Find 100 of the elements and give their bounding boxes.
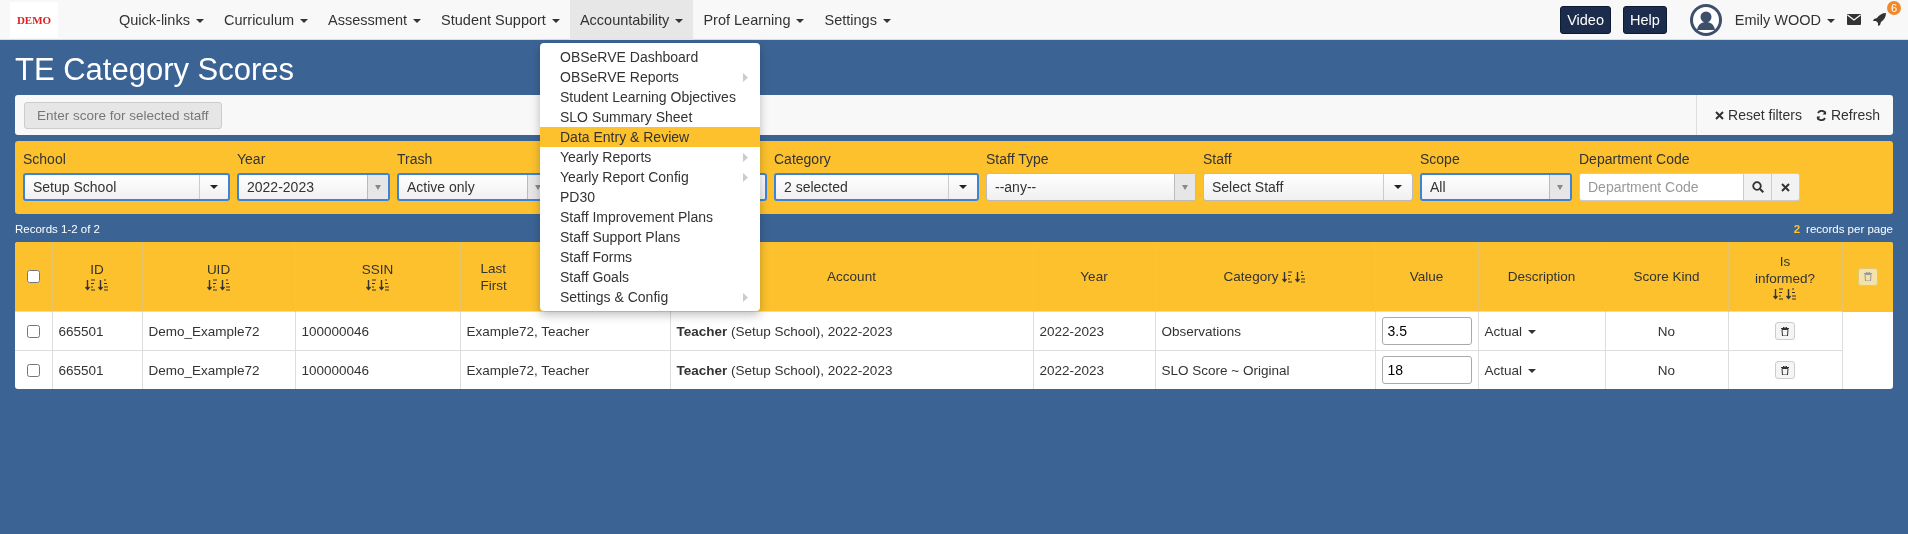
nav-menu-item[interactable]: Assessment bbox=[318, 0, 432, 40]
table-cell: 665501 bbox=[58, 323, 104, 339]
user-menu[interactable]: Emily WOOD bbox=[1734, 11, 1835, 28]
refresh-button[interactable]: Refresh bbox=[1815, 107, 1880, 123]
column-header: Score Kind bbox=[1633, 269, 1700, 284]
score-kind-dropdown[interactable]: Actual bbox=[1484, 323, 1536, 339]
menu-item[interactable]: SLO Summary Sheet bbox=[540, 107, 760, 127]
column-header: Description bbox=[1507, 269, 1576, 284]
nav-menu-item[interactable]: Curriculum bbox=[213, 0, 319, 40]
filter-label: Year bbox=[237, 151, 267, 167]
menu-item[interactable]: Staff Improvement Plans bbox=[540, 207, 760, 227]
submenu-arrow-icon bbox=[743, 72, 748, 82]
filter-label: Department Code bbox=[1579, 151, 1691, 167]
table-cell: Teacher (Setup School), 2022-2023 bbox=[676, 323, 893, 339]
sort-descending-icon[interactable] bbox=[98, 279, 109, 291]
page-title: TE Category Scores bbox=[15, 51, 295, 89]
close-icon bbox=[1781, 182, 1790, 192]
row-checkbox[interactable] bbox=[27, 363, 41, 377]
column-header: informed? bbox=[1754, 270, 1815, 286]
trash-icon bbox=[1863, 272, 1872, 282]
menu-item[interactable]: OBSeRVE Reports bbox=[540, 67, 760, 87]
sort-ascending-icon[interactable] bbox=[365, 279, 377, 291]
per-page-count[interactable]: 2 bbox=[1793, 223, 1801, 235]
select-field[interactable]: Setup School bbox=[23, 173, 230, 201]
records-count: Records 1-2 of 2 bbox=[15, 223, 100, 235]
table-cell: Example72, Teacher bbox=[466, 323, 590, 339]
select-all-checkbox[interactable] bbox=[27, 270, 41, 283]
menu-item[interactable]: Staff Forms bbox=[540, 247, 760, 267]
nav-button[interactable]: Video bbox=[1560, 5, 1611, 34]
table-cell: 100000046 bbox=[301, 362, 370, 378]
menu-item[interactable]: Yearly Reports bbox=[540, 147, 760, 167]
table-cell: Demo_Example72 bbox=[148, 362, 260, 378]
select-field[interactable]: 2022-2023 bbox=[237, 173, 390, 201]
nav-menu-item[interactable]: Settings bbox=[814, 0, 901, 40]
envelope-icon[interactable] bbox=[1847, 14, 1861, 25]
sort-ascending-icon[interactable] bbox=[206, 279, 218, 291]
column-header: Last bbox=[480, 260, 507, 276]
nav-menu-item[interactable]: Prof Learning bbox=[693, 0, 815, 40]
score-kind-dropdown[interactable]: Actual bbox=[1484, 362, 1536, 378]
column-header: Category bbox=[1223, 269, 1279, 284]
rocket-icon[interactable] bbox=[1873, 13, 1886, 26]
trash-icon bbox=[1781, 326, 1789, 336]
menu-item[interactable]: Staff Goals bbox=[540, 267, 760, 287]
filter-label: Trash bbox=[397, 151, 434, 167]
filter-label: Staff Type bbox=[986, 151, 1050, 167]
nav-button[interactable]: Help bbox=[1622, 5, 1667, 34]
column-header: Is bbox=[1779, 253, 1791, 269]
delete-button[interactable] bbox=[1775, 322, 1795, 340]
table-cell: 2022-2023 bbox=[1039, 362, 1105, 378]
table-cell: SLO Score ~ Original bbox=[1161, 362, 1290, 378]
filter-label: Scope bbox=[1420, 151, 1461, 167]
nav-menu-item[interactable]: Accountability bbox=[569, 0, 694, 40]
column-header: First bbox=[480, 277, 507, 293]
clear-button[interactable] bbox=[1772, 173, 1800, 201]
column-header: Value bbox=[1409, 269, 1444, 284]
reset-filters-button[interactable]: Reset filters bbox=[1715, 107, 1802, 123]
sort-descending-icon[interactable] bbox=[219, 279, 231, 291]
column-header: SSIN bbox=[361, 262, 394, 277]
table-cell: 665501 bbox=[58, 362, 104, 378]
sort-descending-icon[interactable] bbox=[1295, 270, 1307, 283]
select-field[interactable]: --any-- bbox=[986, 173, 1196, 201]
avatar-icon[interactable] bbox=[1688, 2, 1723, 37]
search-icon bbox=[1751, 181, 1764, 193]
submenu-arrow-icon bbox=[743, 292, 748, 302]
filter-label: Category bbox=[774, 151, 832, 167]
delete-button[interactable] bbox=[1775, 361, 1795, 379]
trash-icon bbox=[1781, 365, 1789, 375]
table-cell: 100000046 bbox=[301, 323, 370, 339]
per-page-label: records per page bbox=[1806, 223, 1893, 235]
demo-logo[interactable]: DEMO bbox=[10, 1, 58, 38]
menu-item[interactable]: Staff Support Plans bbox=[540, 227, 760, 247]
sort-descending-icon[interactable] bbox=[1786, 287, 1797, 300]
sort-ascending-icon[interactable] bbox=[1773, 287, 1784, 300]
sort-ascending-icon[interactable] bbox=[85, 279, 96, 291]
value-field[interactable]: 3.5 bbox=[1381, 317, 1472, 345]
select-field[interactable]: All bbox=[1420, 173, 1572, 201]
filter-label: Staff bbox=[1203, 151, 1233, 167]
menu-item[interactable]: Settings & Config bbox=[540, 287, 760, 307]
column-header: ID bbox=[90, 262, 104, 277]
sort-descending-icon[interactable] bbox=[378, 279, 390, 291]
menu-item[interactable]: Student Learning Objectives bbox=[540, 87, 760, 107]
sort-ascending-icon[interactable] bbox=[1282, 270, 1294, 283]
nav-menu-item[interactable]: Student Support bbox=[431, 0, 570, 40]
table-cell: Teacher (Setup School), 2022-2023 bbox=[676, 362, 893, 378]
table-cell: Demo_Example72 bbox=[148, 323, 260, 339]
nav-menu-item[interactable]: Quick-links bbox=[109, 0, 214, 40]
table-cell: Observations bbox=[1161, 323, 1242, 339]
table-cell: 2022-2023 bbox=[1039, 323, 1105, 339]
column-header: Year bbox=[1080, 269, 1108, 284]
value-field[interactable]: 18 bbox=[1381, 356, 1472, 384]
select-field[interactable]: 2 selected bbox=[774, 173, 979, 201]
row-checkbox[interactable] bbox=[27, 324, 41, 338]
menu-item[interactable]: Data Entry & Review bbox=[540, 127, 760, 147]
select-field[interactable]: Select Staff bbox=[1203, 173, 1413, 201]
menu-item[interactable]: OBSeRVE Dashboard bbox=[540, 47, 760, 67]
notification-badge: 6 bbox=[1887, 1, 1902, 15]
department-code-field[interactable]: Department Code bbox=[1579, 173, 1744, 201]
search-button[interactable] bbox=[1744, 173, 1772, 201]
column-header: Account bbox=[827, 269, 876, 284]
table-cell: Example72, Teacher bbox=[466, 362, 590, 378]
